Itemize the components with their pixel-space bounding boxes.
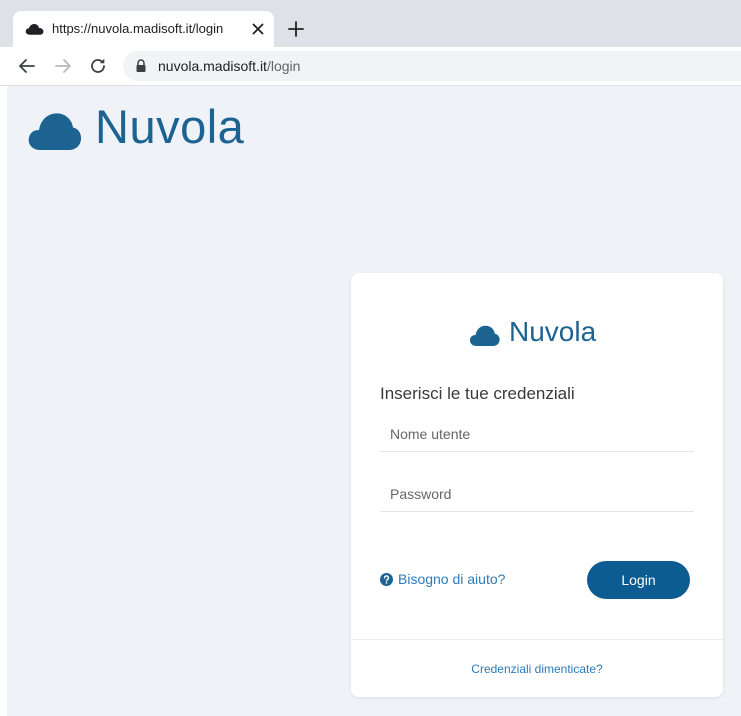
login-card: Nuvola Inserisci le tue credenziali Biso… bbox=[351, 273, 723, 697]
browser-window: https://nuvola.madisoft.it/login nuvola.… bbox=[0, 0, 741, 716]
login-heading: Inserisci le tue credenziali bbox=[380, 384, 575, 403]
help-link[interactable]: Bisogno di aiuto? bbox=[380, 571, 505, 587]
username-input[interactable] bbox=[380, 416, 694, 452]
arrow-left-icon[interactable] bbox=[17, 56, 37, 76]
cloud-icon bbox=[25, 24, 44, 35]
close-icon[interactable] bbox=[249, 20, 267, 38]
lock-icon[interactable] bbox=[135, 59, 147, 73]
address-bar[interactable]: nuvola.madisoft.it/login bbox=[123, 51, 741, 81]
tab-strip: https://nuvola.madisoft.it/login bbox=[0, 0, 741, 47]
arrow-right-icon[interactable] bbox=[53, 56, 73, 76]
forgot-credentials-link[interactable]: Credenziali dimenticate? bbox=[351, 662, 723, 676]
address-path: /login bbox=[266, 58, 301, 74]
browser-toolbar: nuvola.madisoft.it/login bbox=[0, 47, 741, 86]
card-divider bbox=[351, 639, 723, 640]
help-link-label: Bisogno di aiuto? bbox=[398, 571, 506, 587]
cloud-icon bbox=[28, 113, 82, 150]
brand-name: Nuvola bbox=[95, 100, 245, 153]
reload-icon[interactable] bbox=[88, 56, 108, 76]
address-host: nuvola.madisoft.it bbox=[158, 58, 267, 74]
plus-icon[interactable] bbox=[286, 19, 306, 39]
page-content: Nuvola Nuvola Inserisci le tue credenzia… bbox=[7, 86, 741, 716]
cloud-icon bbox=[469, 325, 500, 346]
tab-title: https://nuvola.madisoft.it/login bbox=[52, 21, 224, 36]
card-logo-text: Nuvola bbox=[509, 316, 597, 347]
login-button[interactable]: Login bbox=[587, 561, 690, 599]
browser-tab[interactable]: https://nuvola.madisoft.it/login bbox=[13, 11, 274, 47]
address-url: nuvola.madisoft.it/login bbox=[158, 58, 300, 74]
password-input[interactable] bbox=[380, 476, 694, 512]
question-circle-icon bbox=[380, 572, 393, 586]
